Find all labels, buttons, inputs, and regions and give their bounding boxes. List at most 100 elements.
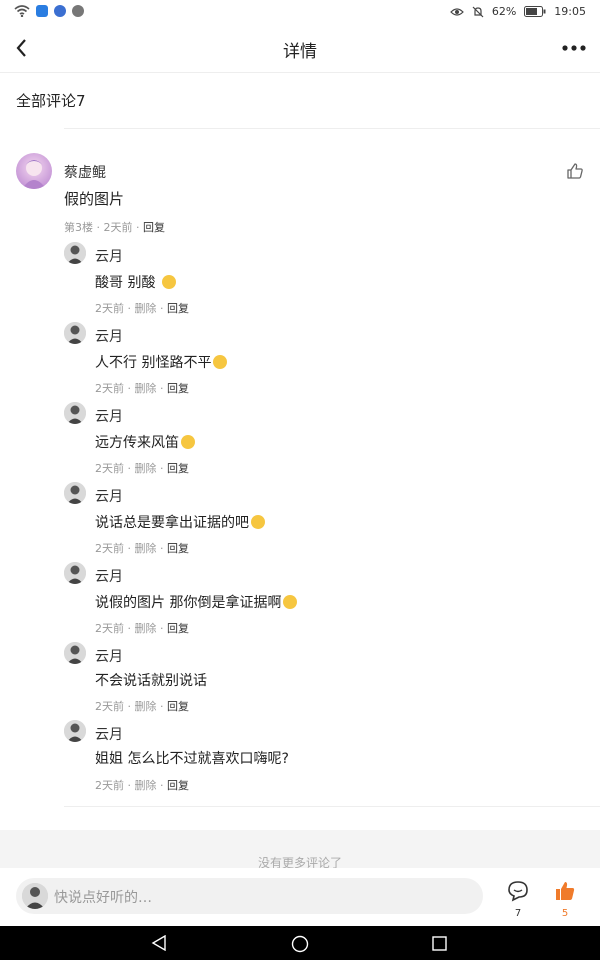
- comment-count: 7: [514, 908, 522, 919]
- delete-link[interactable]: 删除: [135, 779, 157, 792]
- reply-text: 说假的图片 那你倒是拿证据啊: [95, 592, 298, 612]
- delete-link[interactable]: 删除: [135, 462, 157, 475]
- comment-floor: 第3楼: [64, 221, 93, 234]
- header: 详情: [0, 26, 600, 73]
- avatar-image: [64, 482, 86, 504]
- grin-sweat-emoji-icon: [251, 515, 265, 529]
- battery-percent: 62%: [491, 5, 517, 18]
- bottom-bar: 快说点好听的… 7 5: [0, 868, 600, 926]
- thumb-up-icon: [567, 163, 583, 179]
- divider: [64, 806, 600, 807]
- comment-count-button[interactable]: 7: [506, 880, 530, 920]
- avatar-image: [64, 562, 86, 584]
- comment-text: 假的图片: [64, 190, 125, 208]
- avatar[interactable]: [64, 242, 86, 264]
- grin-sweat-emoji-icon: [181, 435, 195, 449]
- reply-meta: 2天前 · 删除 · 回复: [95, 542, 189, 555]
- reply-author[interactable]: 云月: [95, 566, 123, 586]
- avatar-image: [64, 322, 86, 344]
- comment-like-button[interactable]: [566, 162, 584, 180]
- comment-author[interactable]: 蔡虚鲲: [64, 162, 106, 182]
- grin-sweat-emoji-icon: [283, 595, 298, 609]
- battery-icon: [524, 6, 546, 17]
- nav-home-icon[interactable]: [291, 935, 309, 953]
- avatar-image: [22, 883, 48, 909]
- reply-item: 云月 说假的图片 那你倒是拿证据啊 2天前 · 删除 · 回复: [64, 562, 584, 642]
- reply-author[interactable]: 云月: [95, 646, 123, 666]
- avatar[interactable]: [64, 562, 86, 584]
- grin-sweat-emoji-icon: [213, 355, 228, 369]
- reply-item: 云月 人不行 别怪路不平 2天前 · 删除 · 回复: [64, 322, 584, 402]
- comments-count-heading: 全部评论7: [16, 92, 86, 110]
- reply-meta: 2天前 · 删除 · 回复: [95, 302, 189, 315]
- grin-sweat-emoji-icon: [161, 275, 176, 289]
- reply-meta: 2天前 · 删除 · 回复: [95, 462, 189, 475]
- delete-link[interactable]: 删除: [135, 302, 157, 315]
- reply-author[interactable]: 云月: [95, 406, 123, 426]
- reply-item: 云月 不会说话就别说话 2天前 · 删除 · 回复: [64, 642, 584, 722]
- avatar[interactable]: [64, 482, 86, 504]
- reply-link[interactable]: 回复: [167, 302, 189, 315]
- reply-meta: 2天前 · 删除 · 回复: [95, 622, 189, 635]
- delete-link[interactable]: 删除: [135, 622, 157, 635]
- reply-link[interactable]: 回复: [167, 622, 189, 635]
- reply-text: 不会说话就别说话: [95, 673, 207, 689]
- avatar[interactable]: [64, 402, 86, 424]
- avatar[interactable]: [64, 720, 86, 742]
- reply-item: 云月 姐姐 怎么比不过就喜欢口嗨呢? 2天前 · 删除 · 回复: [64, 720, 584, 800]
- like-count: 5: [561, 908, 569, 919]
- delete-link[interactable]: 删除: [135, 700, 157, 713]
- like-count-button[interactable]: 5: [553, 880, 577, 920]
- more-dots-icon: [562, 45, 586, 51]
- reply-text: 远方传来风笛: [95, 432, 195, 452]
- reply-item: 云月 说话总是要拿出证据的吧 2天前 · 删除 · 回复: [64, 482, 584, 562]
- reply-item: 云月 酸哥 别酸 2天前 · 删除 · 回复: [64, 242, 584, 322]
- reply-link[interactable]: 回复: [167, 542, 189, 555]
- reply-meta: 2天前 · 删除 · 回复: [95, 700, 189, 713]
- reply-author[interactable]: 云月: [95, 246, 123, 266]
- reply-author[interactable]: 云月: [95, 724, 123, 744]
- comment-meta: 第3楼 · 2天前 · 回复: [64, 221, 165, 234]
- reply-meta: 2天前 · 删除 · 回复: [95, 382, 189, 395]
- avatar-image: [64, 402, 86, 424]
- reply-link[interactable]: 回复: [167, 700, 189, 713]
- clock: 19:05: [554, 5, 586, 18]
- comment-time: 2天前: [103, 221, 133, 234]
- app-notification-icon: [72, 5, 84, 17]
- delete-link[interactable]: 删除: [135, 542, 157, 555]
- avatar-image: [64, 642, 86, 664]
- reply-text: 说话总是要拿出证据的吧: [95, 512, 265, 532]
- nav-back-icon[interactable]: [151, 935, 167, 951]
- app-notification-icon: [36, 5, 48, 17]
- reply-link[interactable]: 回复: [167, 382, 189, 395]
- reply-link[interactable]: 回复: [143, 221, 165, 234]
- avatar[interactable]: [64, 322, 86, 344]
- comment-bubble-icon: [508, 881, 528, 902]
- comment-placeholder: 快说点好听的…: [54, 890, 152, 906]
- thumb-up-filled-icon: [556, 882, 575, 900]
- avatar-image: [64, 720, 86, 742]
- avatar[interactable]: [16, 153, 52, 189]
- comment-input[interactable]: 快说点好听的…: [16, 878, 483, 914]
- reply-author[interactable]: 云月: [95, 486, 123, 506]
- more-button[interactable]: [558, 35, 590, 61]
- reply-meta: 2天前 · 删除 · 回复: [95, 779, 189, 792]
- avatar-image: [64, 242, 86, 264]
- reply-link[interactable]: 回复: [167, 779, 189, 792]
- avatar[interactable]: [64, 642, 86, 664]
- eye-icon: [449, 7, 464, 16]
- reply-text: 人不行 别怪路不平: [95, 352, 228, 372]
- avatar: [22, 883, 48, 909]
- reply-author[interactable]: 云月: [95, 326, 123, 346]
- mute-bell-icon: [472, 6, 484, 17]
- nav-recents-icon[interactable]: [432, 936, 447, 951]
- avatar-image: [22, 160, 46, 189]
- reply-link[interactable]: 回复: [167, 462, 189, 475]
- reply-item: 云月 远方传来风笛 2天前 · 删除 · 回复: [64, 402, 584, 482]
- reply-text: 姐姐 怎么比不过就喜欢口嗨呢?: [95, 751, 289, 767]
- app-notification-icon: [54, 5, 66, 17]
- page-title: 详情: [283, 42, 317, 62]
- reply-text: 酸哥 别酸: [95, 272, 176, 292]
- system-nav-bar: [0, 926, 600, 960]
- delete-link[interactable]: 删除: [135, 382, 157, 395]
